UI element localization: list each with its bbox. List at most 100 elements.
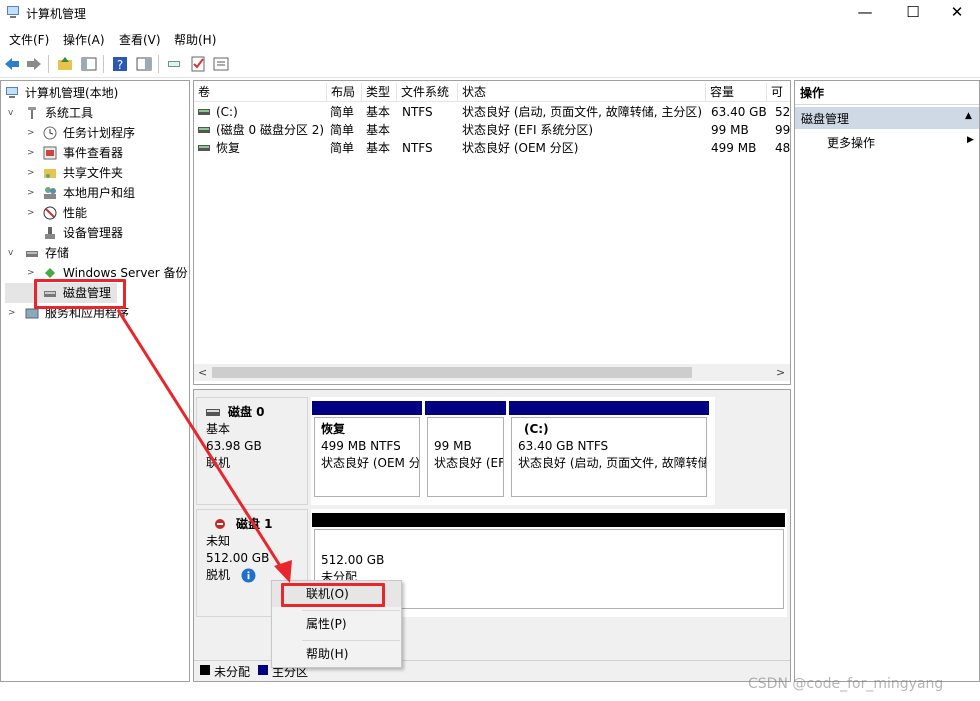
cell-layout: 简单 xyxy=(330,105,355,119)
col-type[interactable]: 类型 xyxy=(362,83,396,102)
cell-status: 状态良好 (EFI 系统分区) xyxy=(462,123,594,137)
cell-layout: 简单 xyxy=(330,141,355,155)
scroll-left-icon[interactable]: < xyxy=(198,364,207,381)
disk1-size: 512.00 GB xyxy=(206,551,270,565)
cell-fs: NTFS xyxy=(402,105,433,119)
event-viewer-icon xyxy=(43,146,57,160)
tree-local-users-label: 本地用户和组 xyxy=(63,186,136,200)
col-status[interactable]: 状态 xyxy=(458,83,705,102)
chevron-right-icon[interactable]: > xyxy=(27,208,37,218)
col-volume[interactable]: 卷 xyxy=(194,83,326,102)
table-row[interactable]: (C:) 简单 基本 NTFS 状态良好 (启动, 页面文件, 故障转储, 主分… xyxy=(194,103,790,121)
tree-shared-folders-label: 共享文件夹 xyxy=(63,166,124,180)
disk0-partitions: 恢复 499 MB NTFS 状态良好 (OEM 分 99 MB 状态良好 (E… xyxy=(311,397,715,505)
performance-icon xyxy=(43,206,57,220)
scroll-thumb[interactable] xyxy=(212,367,692,378)
cell-capacity: 63.40 GB xyxy=(711,105,767,119)
menu-bar: 文件(F) 操作(A) 查看(V) 帮助(H) xyxy=(0,28,980,50)
back-icon[interactable] xyxy=(3,55,21,73)
tools-icon xyxy=(28,107,36,119)
legend-unallocated: 未分配 xyxy=(214,665,251,679)
info-icon[interactable] xyxy=(241,568,256,583)
chevron-down-icon[interactable]: v xyxy=(8,248,18,258)
offline-disk-icon xyxy=(215,519,225,529)
ctx-help[interactable]: 帮助(H) xyxy=(272,641,401,667)
svg-text:?: ? xyxy=(117,58,123,72)
cell-type: 基本 xyxy=(366,123,391,137)
submenu-arrow-icon: ▶ xyxy=(967,135,974,145)
help-icon[interactable]: ? xyxy=(111,55,129,73)
col-layout[interactable]: 布局 xyxy=(327,83,361,102)
tree-system-tools-label: 系统工具 xyxy=(45,106,94,120)
table-row[interactable]: 恢复 简单 基本 NTFS 状态良好 (OEM 分区) 499 MB 48 xyxy=(194,139,790,157)
menu-file[interactable]: 文件(F) xyxy=(9,31,49,48)
disk1-type: 未知 xyxy=(206,534,231,548)
partition-recovery[interactable]: 恢复 499 MB NTFS 状态良好 (OEM 分 xyxy=(314,417,420,497)
up-folder-icon[interactable] xyxy=(56,55,74,73)
disk1-status: 脱机 xyxy=(206,568,231,582)
tree-storage-label: 存储 xyxy=(45,246,70,260)
cell-fs: NTFS xyxy=(402,141,433,155)
partition-efi[interactable]: 99 MB 状态良好 (EF xyxy=(427,417,504,497)
col-free[interactable]: 可 xyxy=(767,83,790,102)
menu-help[interactable]: 帮助(H) xyxy=(174,31,216,48)
chevron-right-icon[interactable]: > xyxy=(27,128,37,138)
legend-primary-swatch xyxy=(258,665,268,675)
disk0-type: 基本 xyxy=(206,422,231,436)
partition-size: 512.00 GB xyxy=(321,553,385,567)
scroll-right-icon[interactable]: > xyxy=(776,364,785,381)
actions-section-label: 磁盘管理 xyxy=(801,112,850,126)
clock-icon xyxy=(43,126,57,140)
cell-volume: 恢复 xyxy=(216,141,241,155)
partition-size: 99 MB xyxy=(434,439,472,453)
show-hide-icon[interactable] xyxy=(135,55,153,73)
console-tree-icon[interactable] xyxy=(80,55,98,73)
chevron-right-icon[interactable]: > xyxy=(27,148,37,158)
title-bar: 计算机管理 — ☐ ✕ xyxy=(0,0,980,26)
disk1-name: 磁盘 1 xyxy=(236,517,273,531)
volume-icon xyxy=(198,145,210,151)
menu-view[interactable]: 查看(V) xyxy=(119,31,161,48)
minimize-button[interactable]: — xyxy=(842,0,888,26)
cell-status: 状态良好 (OEM 分区) xyxy=(462,141,579,155)
partition-size: 499 MB NTFS xyxy=(321,439,401,453)
forward-icon[interactable] xyxy=(25,55,43,73)
actions-section[interactable]: 磁盘管理 ▲ xyxy=(795,107,979,129)
highlight-disk-management xyxy=(34,279,126,309)
close-button[interactable]: ✕ xyxy=(934,0,980,26)
partition-c[interactable]: (C:) 63.40 GB NTFS 状态良好 (启动, 页面文件, 故障转储 xyxy=(511,417,707,497)
maximize-button[interactable]: ☐ xyxy=(890,0,936,26)
more-actions[interactable]: 更多操作 ▶ xyxy=(795,131,979,153)
tree-event-viewer-label: 事件查看器 xyxy=(63,146,124,160)
computer-management-icon xyxy=(7,6,19,18)
partition-status: 状态良好 (启动, 页面文件, 故障转储 xyxy=(518,456,707,470)
chevron-right-icon[interactable]: > xyxy=(27,168,37,178)
disk0-status: 联机 xyxy=(206,456,231,470)
menu-action[interactable]: 操作(A) xyxy=(63,31,105,48)
checklist-icon[interactable] xyxy=(189,55,207,73)
ctx-properties[interactable]: 属性(P) xyxy=(272,611,401,637)
connect-icon[interactable] xyxy=(166,55,184,73)
chevron-right-icon[interactable]: > xyxy=(8,308,18,318)
users-icon xyxy=(44,187,56,199)
computer-icon xyxy=(6,87,18,98)
chevron-right-icon[interactable]: > xyxy=(27,188,37,198)
table-row[interactable]: (磁盘 0 磁盘分区 2) 简单 基本 状态良好 (EFI 系统分区) 99 M… xyxy=(194,121,790,139)
volume-list-scrollbar[interactable]: < > xyxy=(194,364,790,381)
col-filesystem[interactable]: 文件系统 xyxy=(397,83,457,102)
legend-unallocated-swatch xyxy=(200,665,210,675)
cell-free: 99 xyxy=(775,123,791,137)
properties-icon[interactable] xyxy=(212,55,230,73)
chevron-right-icon[interactable]: > xyxy=(27,268,37,278)
backup-icon xyxy=(45,268,55,278)
device-manager-icon xyxy=(45,227,55,239)
chevron-down-icon[interactable]: v xyxy=(8,108,18,118)
col-capacity[interactable]: 容量 xyxy=(706,83,766,102)
window-title: 计算机管理 xyxy=(26,7,87,21)
disk0-info[interactable]: 磁盘 0 基本 63.98 GB 联机 xyxy=(196,397,308,505)
collapse-up-icon[interactable]: ▲ xyxy=(965,111,972,121)
cell-free: 52 xyxy=(775,105,791,119)
highlight-online xyxy=(281,583,385,607)
cell-free: 48 xyxy=(775,141,791,155)
console-tree: 计算机管理(本地) v 系统工具 > 任务计划程序 > 事件查看器 > 共享文件… xyxy=(0,80,190,682)
